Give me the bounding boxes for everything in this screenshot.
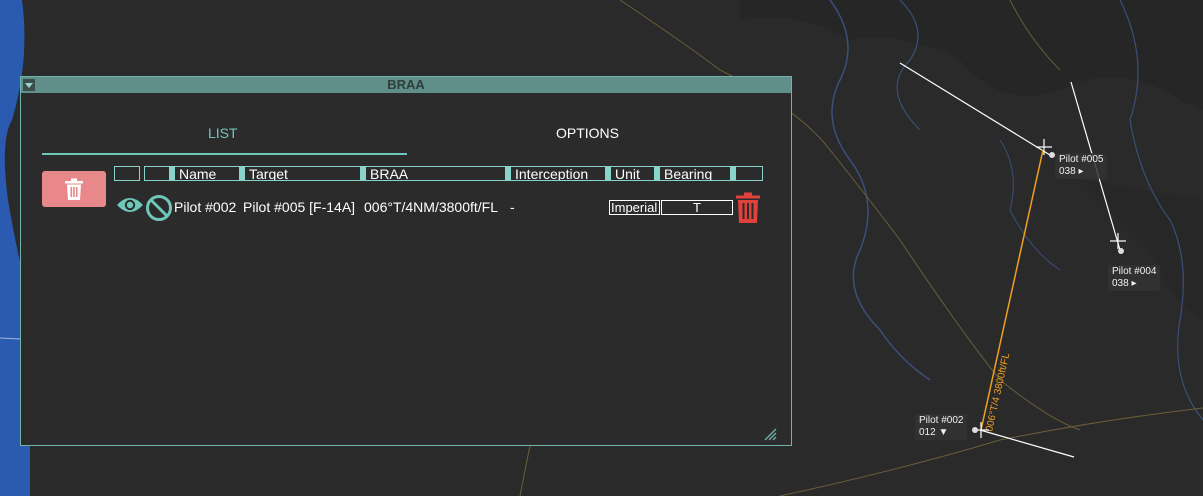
row-name: Pilot #002 [174, 199, 237, 215]
column-header-braa[interactable]: BRAA [365, 166, 506, 181]
pilot-name: Pilot #002 [919, 415, 964, 426]
column-header-name[interactable]: Name [174, 166, 240, 181]
map-label-pilot-004[interactable]: Pilot #004 038 ▸ [1108, 265, 1161, 291]
bearing-select[interactable]: T [661, 200, 733, 215]
map-label-pilot-005[interactable]: Pilot #005 038 ▸ [1055, 153, 1108, 179]
row-interception: - [510, 199, 515, 215]
tab-list[interactable]: LIST [208, 125, 238, 141]
clear-all-button[interactable] [42, 171, 106, 207]
pilot-name: Pilot #005 [1059, 154, 1104, 165]
column-header-target[interactable]: Target [244, 166, 361, 181]
unit-select[interactable]: Imperial [609, 200, 660, 215]
column-header-block [144, 166, 170, 181]
active-tab-indicator [42, 153, 407, 155]
trash-icon [65, 178, 83, 200]
row-target: Pilot #005 [F-14A] [243, 199, 356, 215]
delete-row-icon[interactable] [734, 192, 762, 224]
map-label-pilot-002[interactable]: Pilot #002 012 ▼ [915, 414, 968, 440]
braa-window: BRAA LIST OPTIONS Name Target BRAA Inter… [20, 76, 792, 446]
resize-handle-icon[interactable] [763, 427, 777, 441]
pilot-name: Pilot #004 [1112, 266, 1157, 277]
pilot-altitude: 038 ▸ [1112, 278, 1137, 289]
column-header-visibility [114, 166, 140, 181]
pilot-altitude: 038 ▸ [1059, 166, 1084, 177]
tab-options[interactable]: OPTIONS [556, 125, 619, 141]
column-header-bearing[interactable]: Bearing [659, 166, 731, 181]
column-header-unit[interactable]: Unit [610, 166, 655, 181]
pilot-altitude: 012 ▼ [919, 427, 949, 438]
column-header-actions [735, 166, 763, 181]
row-braa: 006°T/4NM/3800ft/FL [364, 199, 498, 215]
eye-icon[interactable] [116, 195, 144, 215]
window-titlebar[interactable]: BRAA [21, 77, 791, 93]
window-title: BRAA [387, 77, 425, 92]
column-header-interception[interactable]: Interception [510, 166, 606, 181]
block-icon[interactable] [145, 194, 173, 222]
